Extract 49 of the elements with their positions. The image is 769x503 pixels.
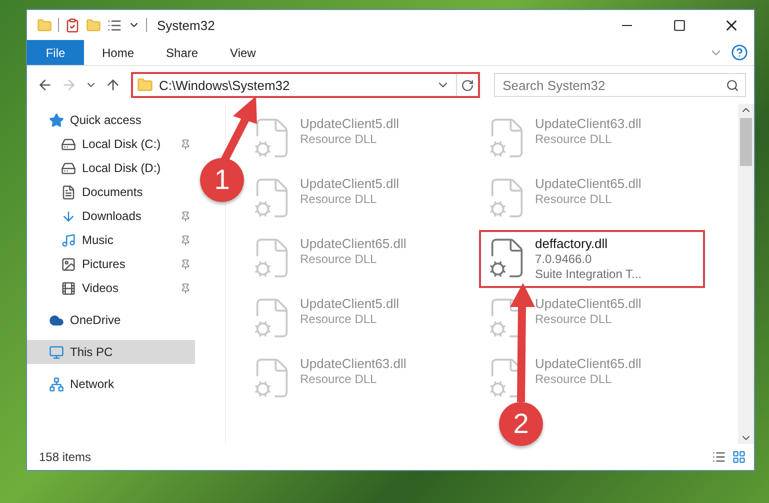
item-count: 158 items — [39, 450, 92, 464]
nav-item[interactable]: Music — [27, 228, 195, 252]
cloud-icon — [49, 312, 64, 328]
large-icons-view-icon[interactable] — [732, 450, 746, 464]
scroll-thumb[interactable] — [740, 118, 752, 166]
window-title: System32 — [157, 18, 216, 32]
monitor-icon — [49, 344, 64, 360]
music-note-icon — [61, 232, 76, 248]
drive-icon — [61, 160, 76, 176]
scrollbar[interactable] — [738, 104, 754, 444]
pin-icon[interactable] — [180, 138, 191, 150]
refresh-icon — [460, 78, 474, 92]
document-icon — [61, 184, 76, 200]
file-tab[interactable]: File — [27, 40, 84, 65]
ribbon-tab[interactable]: Share — [152, 40, 212, 65]
download-arrow-icon — [61, 208, 76, 224]
drive-icon — [61, 136, 76, 152]
pin-icon[interactable] — [180, 282, 191, 294]
pin-icon[interactable] — [180, 210, 191, 222]
star-icon — [49, 112, 64, 128]
network-icon — [49, 376, 64, 392]
picture-icon — [61, 256, 76, 272]
search-icon — [726, 78, 739, 92]
nav-item[interactable]: Documents — [27, 180, 195, 204]
folder-icon — [137, 77, 153, 93]
details-view-icon[interactable] — [712, 450, 726, 464]
nav-item[interactable]: Network — [27, 372, 195, 396]
nav-item[interactable]: Videos — [27, 276, 195, 300]
nav-item[interactable]: Pictures — [27, 252, 195, 276]
forward-arrow-icon — [61, 77, 77, 93]
nav-item[interactable]: This PC — [27, 340, 195, 364]
nav-item[interactable]: Local Disk (C:) — [27, 132, 195, 156]
film-icon — [61, 280, 76, 296]
nav-item[interactable]: OneDrive — [27, 308, 195, 332]
nav-item[interactable]: Local Disk (D:) — [27, 156, 195, 180]
pin-icon[interactable] — [180, 234, 191, 246]
address-field[interactable]: C:\Windows\System32 — [131, 72, 480, 98]
nav-item[interactable]: Quick access — [27, 108, 195, 132]
ribbon-tab[interactable]: Home — [88, 40, 148, 65]
help-icon[interactable] — [731, 44, 748, 61]
file-item[interactable]: deffactory.dll 7.0.9466.0 Suite Integration T... — [481, 232, 703, 286]
list-icon[interactable] — [107, 18, 122, 32]
maximize-icon — [672, 18, 686, 32]
properties-icon[interactable] — [65, 18, 80, 32]
nav-item[interactable]: Downloads — [27, 204, 195, 228]
minimize-icon — [622, 24, 632, 26]
ribbon-tab[interactable]: View — [216, 40, 270, 65]
pin-icon[interactable] — [180, 258, 191, 270]
search-box[interactable]: Search System32 — [494, 73, 746, 97]
